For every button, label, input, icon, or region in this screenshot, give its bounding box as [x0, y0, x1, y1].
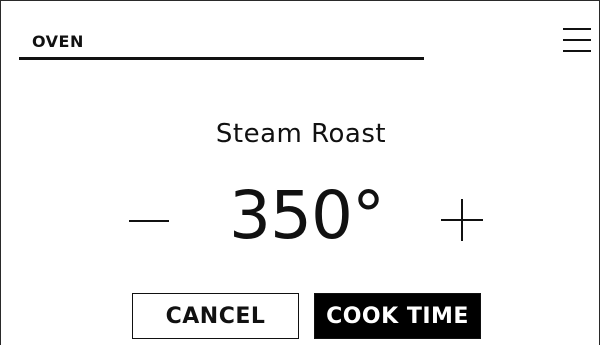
page-title: OVEN [32, 32, 84, 51]
plus-icon[interactable] [441, 199, 483, 241]
oven-control-panel: OVEN Steam Roast 350° CANCEL COOK TIME [0, 0, 600, 345]
minus-icon[interactable] [129, 201, 169, 241]
temperature-value: 350° [229, 177, 385, 254]
cook-mode-label: Steam Roast [215, 119, 387, 149]
cancel-button[interactable]: CANCEL [132, 293, 299, 339]
title-underline [19, 57, 424, 60]
cook-time-button[interactable]: COOK TIME [314, 293, 481, 339]
hamburger-menu-icon[interactable] [562, 25, 592, 55]
